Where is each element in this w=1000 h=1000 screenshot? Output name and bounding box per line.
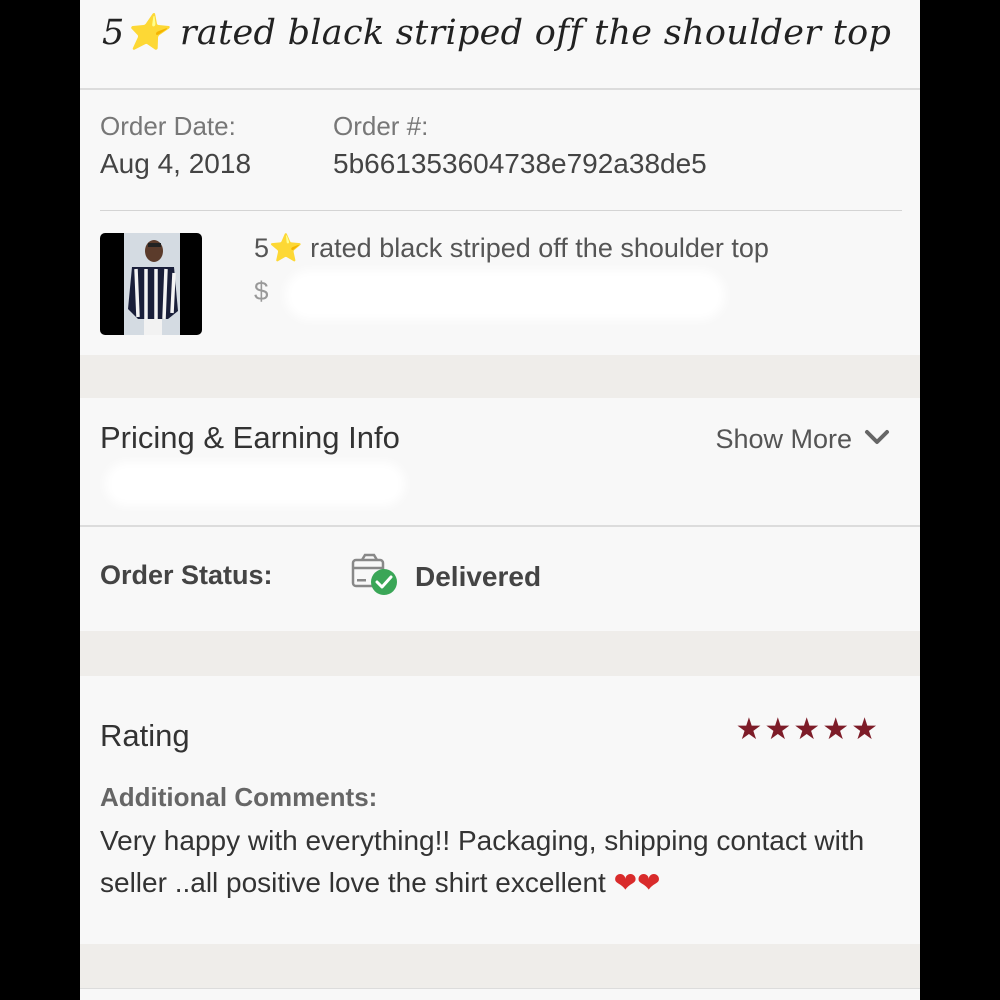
listing-title: 5⭐ rated black striped off the shoulder … bbox=[102, 12, 891, 53]
star-rating-icon: ★★★★★ bbox=[735, 713, 880, 746]
product-title[interactable]: 5⭐ rated black striped off the shoulder … bbox=[254, 232, 769, 264]
order-date-value: Aug 4, 2018 bbox=[100, 148, 252, 179]
listing-title-text: rated black striped off the shoulder top bbox=[168, 13, 892, 53]
order-status-value: Delivered bbox=[415, 561, 542, 592]
product-title-rating: 5 bbox=[254, 233, 270, 263]
divider bbox=[100, 210, 902, 211]
order-status-card: Order Status: Delivered bbox=[80, 527, 920, 631]
pricing-earning-card: Pricing & Earning Info Show More bbox=[80, 398, 920, 527]
redaction-mark bbox=[285, 270, 725, 320]
comments-body: Very happy with everything!! Packaging, … bbox=[100, 825, 865, 898]
show-more-button[interactable]: Show More bbox=[715, 424, 890, 455]
product-photo-icon bbox=[124, 233, 180, 335]
app-screen: 5⭐ rated black striped off the shoulder … bbox=[80, 0, 920, 1000]
order-date-label: Order Date: bbox=[100, 111, 236, 141]
order-details-card: Order Date: Aug 4, 2018 Order #: 5b66135… bbox=[80, 90, 920, 355]
rating-title: Rating bbox=[100, 718, 190, 753]
show-more-label: Show More bbox=[715, 424, 852, 454]
star-icon: ⭐ bbox=[124, 13, 169, 53]
product-price: $ bbox=[254, 276, 269, 306]
order-number-value: 5b661353604738e792a38de5 bbox=[333, 148, 707, 179]
star-icon: ⭐ bbox=[269, 233, 303, 263]
pricing-title: Pricing & Earning Info bbox=[100, 420, 400, 455]
chevron-down-icon bbox=[864, 428, 890, 451]
order-status-label: Order Status: bbox=[100, 560, 273, 590]
product-title-text: rated black striped off the shoulder top bbox=[302, 233, 769, 263]
comments-label: Additional Comments: bbox=[100, 782, 378, 812]
comments-text: Very happy with everything!! Packaging, … bbox=[100, 820, 900, 904]
rating-card: Rating ★★★★★ Additional Comments: Very h… bbox=[80, 676, 920, 944]
heart-icon: ❤❤ bbox=[613, 867, 661, 898]
package-delivered-icon bbox=[350, 552, 400, 596]
product-thumbnail[interactable] bbox=[100, 233, 202, 335]
redaction-mark bbox=[105, 462, 405, 506]
next-card-edge bbox=[80, 988, 920, 1000]
listing-header: 5⭐ rated black striped off the shoulder … bbox=[80, 0, 920, 90]
listing-title-rating: 5 bbox=[102, 13, 125, 53]
order-number-label: Order #: bbox=[333, 111, 429, 141]
